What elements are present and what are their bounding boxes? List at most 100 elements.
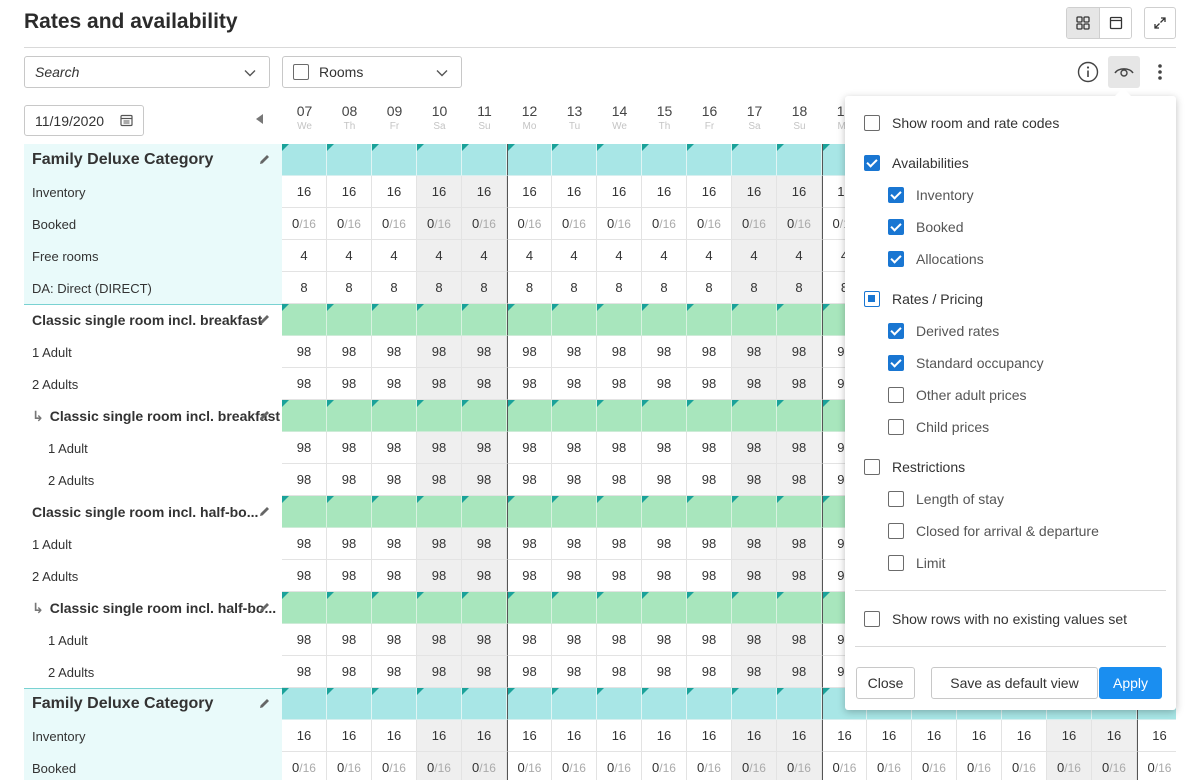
rate-header-cell[interactable]	[687, 496, 732, 528]
rate-header-cell[interactable]	[282, 400, 327, 432]
option-checkbox[interactable]	[864, 155, 880, 171]
view-option[interactable]: Allocations	[888, 249, 984, 269]
value-cell[interactable]: 16	[597, 176, 642, 208]
value-cell[interactable]: 98	[552, 528, 597, 560]
value-cell[interactable]: 8	[642, 272, 687, 304]
rooms-checkbox[interactable]	[293, 64, 309, 80]
value-cell[interactable]: 0/16	[327, 208, 372, 240]
rate-header-cell[interactable]	[552, 592, 597, 624]
value-cell[interactable]: 0/16	[417, 208, 462, 240]
value-cell[interactable]: 16	[777, 176, 822, 208]
value-cell[interactable]: 98	[597, 368, 642, 400]
value-cell[interactable]: 16	[417, 176, 462, 208]
value-cell[interactable]: 98	[732, 336, 777, 368]
value-cell[interactable]: 4	[597, 240, 642, 272]
previous-period-icon[interactable]	[256, 114, 263, 124]
value-cell[interactable]: 16	[822, 720, 867, 752]
value-cell[interactable]: 98	[732, 656, 777, 688]
value-cell[interactable]: 16	[417, 720, 462, 752]
value-cell[interactable]: 8	[372, 272, 417, 304]
rate-header-cell[interactable]	[732, 688, 777, 720]
option-checkbox[interactable]	[888, 323, 904, 339]
option-checkbox[interactable]	[888, 523, 904, 539]
value-cell[interactable]: 0/16	[1047, 752, 1092, 780]
rate-header-cell[interactable]	[777, 592, 822, 624]
rate-header-cell[interactable]	[507, 496, 552, 528]
rate-header-cell[interactable]	[327, 688, 372, 720]
value-cell[interactable]: 16	[732, 720, 777, 752]
rate-header-cell[interactable]	[417, 592, 462, 624]
rate-header-cell[interactable]	[687, 144, 732, 176]
grid-view-button[interactable]	[1067, 8, 1099, 38]
value-cell[interactable]: 0/16	[732, 752, 777, 780]
value-cell[interactable]: 98	[687, 432, 732, 464]
value-cell[interactable]: 0/16	[1137, 752, 1176, 780]
value-cell[interactable]: 16	[867, 720, 912, 752]
rate-header-cell[interactable]	[687, 592, 732, 624]
value-cell[interactable]: 98	[417, 336, 462, 368]
value-cell[interactable]: 16	[462, 720, 507, 752]
value-cell[interactable]: 16	[597, 720, 642, 752]
close-button[interactable]: Close	[856, 667, 915, 699]
value-cell[interactable]: 98	[282, 560, 327, 592]
rate-header-cell[interactable]	[732, 144, 777, 176]
rate-header-cell[interactable]	[282, 144, 327, 176]
value-cell[interactable]: 4	[282, 240, 327, 272]
rate-header-cell[interactable]	[372, 400, 417, 432]
rate-header-cell[interactable]	[327, 400, 372, 432]
value-cell[interactable]: 98	[282, 368, 327, 400]
value-cell[interactable]: 98	[372, 464, 417, 496]
value-cell[interactable]: 98	[327, 432, 372, 464]
value-cell[interactable]: 98	[597, 432, 642, 464]
option-checkbox[interactable]	[864, 291, 880, 307]
value-cell[interactable]: 98	[687, 336, 732, 368]
value-cell[interactable]: 98	[552, 432, 597, 464]
rate-header-cell[interactable]	[507, 304, 552, 336]
value-cell[interactable]: 16	[552, 720, 597, 752]
value-cell[interactable]: 16	[732, 176, 777, 208]
rate-header-cell[interactable]	[372, 304, 417, 336]
value-cell[interactable]: 16	[1092, 720, 1137, 752]
rate-header-cell[interactable]	[282, 496, 327, 528]
value-cell[interactable]: 16	[957, 720, 1002, 752]
view-option[interactable]: Closed for arrival & departure	[888, 521, 1099, 541]
value-cell[interactable]: 98	[552, 464, 597, 496]
rate-header-cell[interactable]	[417, 304, 462, 336]
search-select[interactable]: Search	[24, 56, 270, 88]
value-cell[interactable]: 98	[597, 560, 642, 592]
rate-header-cell[interactable]	[327, 496, 372, 528]
rate-header-cell[interactable]	[552, 400, 597, 432]
date-picker-input[interactable]: 11/19/2020	[24, 105, 144, 136]
value-cell[interactable]: 98	[417, 464, 462, 496]
rate-header-cell[interactable]	[777, 688, 822, 720]
value-cell[interactable]: 98	[372, 560, 417, 592]
value-cell[interactable]: 4	[642, 240, 687, 272]
value-cell[interactable]: 98	[327, 368, 372, 400]
value-cell[interactable]: 98	[732, 560, 777, 592]
value-cell[interactable]: 8	[462, 272, 507, 304]
show-empty-rows-checkbox[interactable]	[864, 611, 880, 627]
value-cell[interactable]: 0/16	[417, 752, 462, 780]
value-cell[interactable]: 16	[642, 720, 687, 752]
value-cell[interactable]: 98	[552, 624, 597, 656]
rate-header-cell[interactable]	[552, 144, 597, 176]
view-option[interactable]: Show room and rate codes	[864, 113, 1059, 133]
value-cell[interactable]: 98	[687, 656, 732, 688]
value-cell[interactable]: 16	[282, 720, 327, 752]
value-cell[interactable]: 98	[282, 336, 327, 368]
value-cell[interactable]: 0/16	[1092, 752, 1137, 780]
value-cell[interactable]: 4	[777, 240, 822, 272]
value-cell[interactable]: 4	[327, 240, 372, 272]
value-cell[interactable]: 98	[597, 624, 642, 656]
value-cell[interactable]: 98	[597, 464, 642, 496]
view-option[interactable]: Derived rates	[888, 321, 999, 341]
value-cell[interactable]: 98	[597, 336, 642, 368]
value-cell[interactable]: 16	[327, 720, 372, 752]
option-checkbox[interactable]	[888, 419, 904, 435]
value-cell[interactable]: 98	[777, 432, 822, 464]
value-cell[interactable]: 98	[372, 368, 417, 400]
value-cell[interactable]: 98	[507, 624, 552, 656]
value-cell[interactable]: 0/16	[507, 208, 552, 240]
rate-header-cell[interactable]	[597, 688, 642, 720]
value-cell[interactable]: 98	[462, 560, 507, 592]
